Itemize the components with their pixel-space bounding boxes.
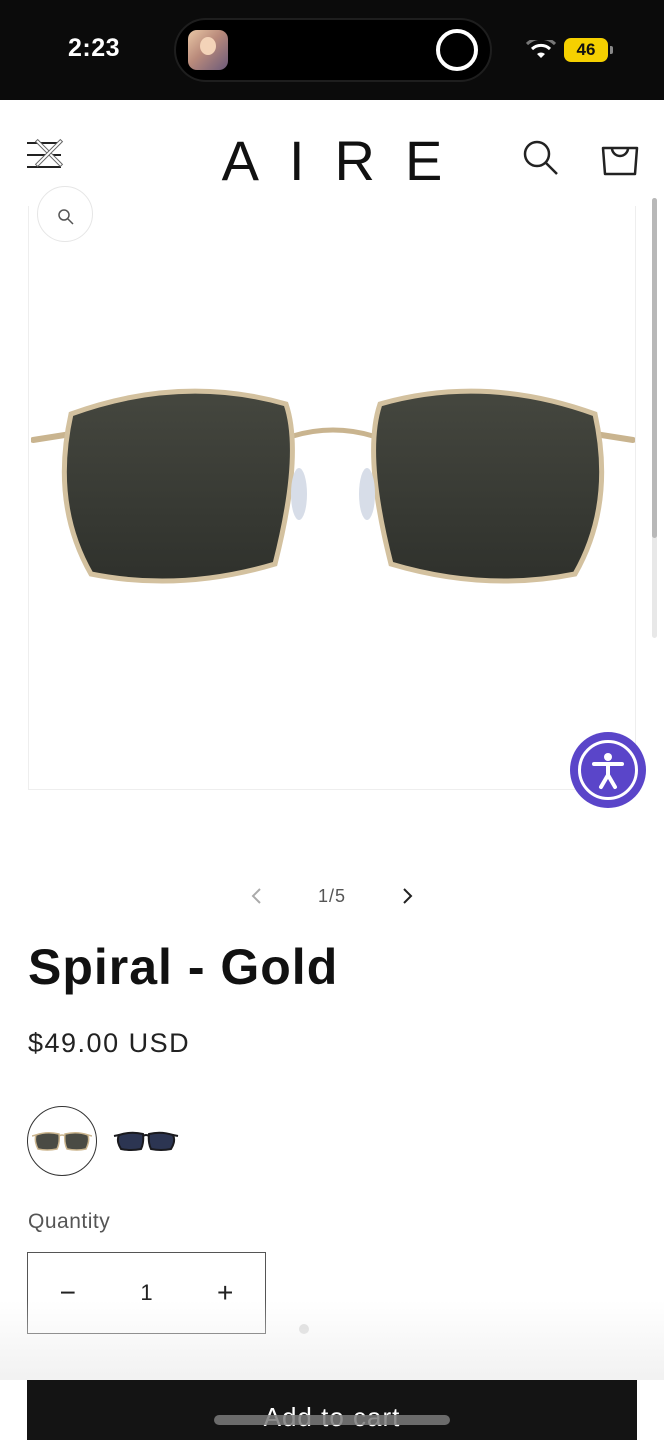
- chevron-left-icon: [251, 888, 261, 904]
- cart-icon: [601, 146, 639, 176]
- swatch-gold-smoke-image: [32, 1131, 92, 1151]
- cart-button[interactable]: [598, 136, 642, 180]
- search-button[interactable]: [520, 138, 560, 178]
- color-swatches: [27, 1106, 181, 1176]
- brand-logo[interactable]: AIRE: [0, 128, 664, 193]
- product-gallery[interactable]: [28, 186, 636, 790]
- home-indicator[interactable]: [214, 1415, 450, 1425]
- scrollbar-thumb[interactable]: [652, 198, 657, 538]
- live-activity-avatar: [188, 30, 228, 70]
- swatch-black-blue[interactable]: [111, 1106, 181, 1176]
- status-icons: 46: [526, 38, 613, 62]
- status-time: 2:23: [68, 34, 121, 62]
- gallery-pager: 1/5: [0, 878, 664, 914]
- status-bar: 2:23 46: [0, 0, 664, 100]
- quantity-input[interactable]: 1: [108, 1280, 186, 1306]
- decrease-quantity-button[interactable]: −: [28, 1253, 108, 1333]
- swatch-gold-smoke[interactable]: [27, 1106, 97, 1176]
- next-image-button[interactable]: [392, 881, 422, 911]
- swatch-black-blue-image: [113, 1131, 179, 1151]
- increase-quantity-button[interactable]: +: [185, 1253, 265, 1333]
- accessibility-button[interactable]: [570, 732, 646, 808]
- add-to-cart-button[interactable]: Add to cart: [27, 1380, 637, 1440]
- previous-image-button[interactable]: [242, 881, 272, 911]
- image-counter: 1/5: [317, 885, 347, 906]
- chevron-right-icon: [403, 888, 413, 904]
- accessibility-icon: [578, 740, 638, 800]
- dynamic-island[interactable]: [174, 18, 492, 82]
- search-icon: [523, 140, 558, 175]
- battery-indicator: 46: [564, 38, 613, 62]
- wifi-icon: [526, 40, 556, 60]
- quantity-stepper: − 1 +: [27, 1252, 266, 1334]
- product-image[interactable]: [31, 374, 635, 604]
- recording-ring-icon: [436, 29, 478, 71]
- site-header: AIRE: [0, 100, 664, 212]
- page-indicator-dot: [299, 1324, 309, 1334]
- zoom-icon: [58, 209, 74, 225]
- zoom-button[interactable]: [37, 186, 93, 242]
- product-price: $49.00 USD: [28, 1028, 191, 1058]
- product-title: Spiral - Gold: [28, 939, 339, 995]
- quantity-label: Quantity: [28, 1210, 111, 1233]
